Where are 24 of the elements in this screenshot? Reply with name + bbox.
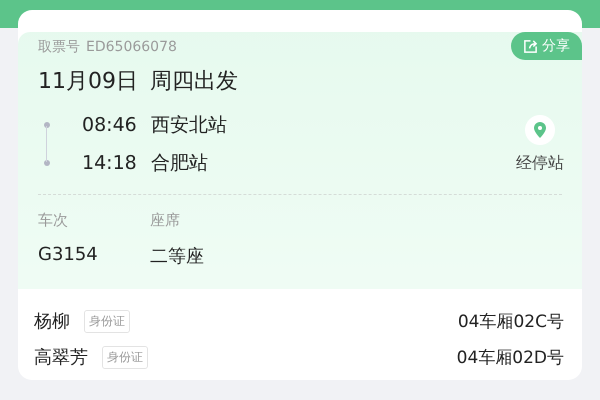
stop-station: 合肥站	[150, 151, 208, 176]
pickup-code: ED65066078	[86, 39, 177, 55]
seat-number: 04车厢02C号	[458, 310, 564, 332]
id-type-tag: 身份证	[84, 310, 130, 332]
seat-number: 04车厢02D号	[456, 346, 564, 368]
stop-station: 西安北站	[150, 113, 227, 138]
date-text: 11月09日	[38, 68, 138, 96]
pickup-label: 取票号	[38, 38, 80, 56]
timeline-dot	[44, 160, 50, 166]
field-label: 座席	[150, 211, 181, 230]
share-icon	[523, 38, 538, 54]
location-pin-icon	[534, 122, 546, 138]
field-label: 车次	[38, 211, 69, 230]
stopover-label[interactable]: 经停站	[516, 152, 564, 174]
stop-time: 14:18	[82, 152, 137, 174]
stop-time: 08:46	[82, 114, 137, 136]
id-type-tag: 身份证	[102, 346, 148, 368]
field-value: G3154	[38, 244, 98, 265]
weekday-text: 周四出发	[150, 68, 238, 96]
passenger-name: 高翠芳	[34, 346, 88, 369]
stopover-button[interactable]	[525, 114, 555, 144]
timeline-dot	[44, 122, 50, 128]
field-value: 二等座	[150, 245, 204, 268]
passenger-name: 杨柳	[34, 310, 70, 333]
